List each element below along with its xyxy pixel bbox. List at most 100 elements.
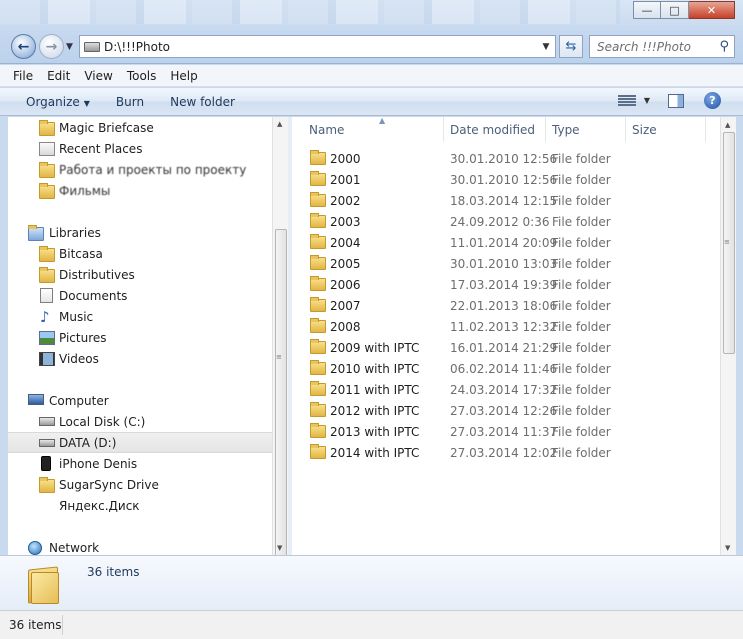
help-icon[interactable]: ? <box>704 92 721 109</box>
file-date: 16.01.2014 21:29 <box>450 340 558 355</box>
maximize-button[interactable]: □ <box>661 1 689 19</box>
nav-item-films[interactable]: Фильмы <box>8 181 272 201</box>
nav-item-label: Recent Places <box>59 142 143 156</box>
nav-item-pictures[interactable]: Pictures <box>8 328 272 348</box>
nav-item-data-drive[interactable]: DATA (D:) <box>8 432 272 453</box>
table-row[interactable]: 2008 11.02.2013 12:32 File folder <box>304 316 712 337</box>
scroll-down-icon[interactable]: ▼ <box>725 544 730 552</box>
nav-item-bitcasa[interactable]: Bitcasa <box>8 244 272 264</box>
recent-pages-dropdown[interactable]: ▼ <box>66 42 73 52</box>
address-dropdown-icon[interactable]: ▼ <box>537 42 555 52</box>
table-row[interactable]: 2005 30.01.2010 13:03 File folder <box>304 253 712 274</box>
address-bar[interactable]: D:\!!!Photo ▼ <box>79 35 556 58</box>
file-name: 2000 <box>330 151 361 166</box>
nav-item-label: DATA (D:) <box>59 435 117 450</box>
nav-item-recent-places[interactable]: Recent Places <box>8 139 272 159</box>
nav-item-videos[interactable]: Videos <box>8 349 272 369</box>
nav-item-sugarsync[interactable]: SugarSync Drive <box>8 475 272 495</box>
menu-bar: File Edit View Tools Help <box>0 65 743 87</box>
folder-icon <box>310 339 326 354</box>
table-row[interactable]: 2007 22.01.2013 18:06 File folder <box>304 295 712 316</box>
table-row[interactable]: 2004 11.01.2014 20:09 File folder <box>304 232 712 253</box>
view-options-dropdown[interactable]: ▼ <box>644 96 650 105</box>
menu-help[interactable]: Help <box>170 69 197 83</box>
change-view-icon[interactable] <box>617 94 636 108</box>
music-icon: ♪ <box>40 308 50 326</box>
menu-edit[interactable]: Edit <box>47 69 70 83</box>
file-date: 11.01.2014 20:09 <box>450 235 558 250</box>
column-header-date[interactable]: Date modified <box>444 117 546 142</box>
forward-button[interactable]: → <box>39 34 64 59</box>
search-icon[interactable]: ⚲ <box>719 39 729 54</box>
back-button[interactable]: ← <box>11 34 36 59</box>
phone-icon <box>41 456 51 471</box>
nav-item-computer[interactable]: Computer <box>8 391 272 411</box>
table-row[interactable]: 2013 with IPTC 27.03.2014 11:37 File folde… <box>304 421 712 442</box>
preview-pane-icon[interactable] <box>668 93 684 108</box>
file-type: File folder <box>552 172 611 187</box>
folder-icon <box>310 423 326 438</box>
refresh-icon: ⇆ <box>565 39 577 54</box>
nav-item-libraries[interactable]: Libraries <box>8 223 272 243</box>
table-row[interactable]: 2000 30.01.2010 12:56 File folder <box>304 148 712 169</box>
file-name: 2001 <box>330 172 361 187</box>
scroll-up-icon[interactable]: ▲ <box>725 121 730 129</box>
status-item-count: 36 items <box>9 618 62 632</box>
nav-item-iphone[interactable]: iPhone Denis <box>8 454 272 474</box>
table-row[interactable]: 2012 with IPTC 27.03.2014 12:26 File folde… <box>304 400 712 421</box>
nav-item-yandex-disk[interactable]: Яндекс.Диск <box>8 496 272 516</box>
table-row[interactable]: 2014 with IPTC 27.03.2014 12:02 File folde… <box>304 442 712 463</box>
address-path[interactable]: D:\!!!Photo <box>104 40 170 54</box>
details-pane: 36 items <box>0 555 743 610</box>
search-box[interactable]: ⚲ <box>589 35 735 58</box>
file-date: 27.03.2014 12:26 <box>450 403 558 418</box>
nav-item-magic-briefcase[interactable]: Magic Briefcase <box>8 118 272 138</box>
column-header-size[interactable]: Size <box>626 117 706 142</box>
nav-pane-scrollbar[interactable]: ▲ ≡ ▼ <box>272 117 288 595</box>
search-input[interactable] <box>597 39 713 54</box>
file-name: 2007 <box>330 298 361 313</box>
organize-button[interactable]: Organize ▼ <box>26 95 90 109</box>
file-type: File folder <box>552 298 611 313</box>
table-row[interactable]: 2001 30.01.2010 12:56 File folder <box>304 169 712 190</box>
folder-icon <box>39 120 55 136</box>
file-type: File folder <box>552 277 611 292</box>
menu-file[interactable]: File <box>13 69 33 83</box>
navigation-pane: Magic Briefcase Recent Places Работа и п… <box>8 117 272 555</box>
scroll-thumb[interactable] <box>275 229 287 595</box>
folder-icon <box>310 297 326 312</box>
nav-item-label: Videos <box>59 352 99 366</box>
column-header-name[interactable]: ▲ Name <box>302 116 444 142</box>
scroll-down-icon[interactable]: ▼ <box>277 544 282 552</box>
network-icon <box>28 541 42 555</box>
column-header-type[interactable]: Type <box>546 117 626 142</box>
file-date: 30.01.2010 12:56 <box>450 172 558 187</box>
file-date: 30.01.2010 12:56 <box>450 151 558 166</box>
table-row[interactable]: 2006 17.03.2014 19:39 File folder <box>304 274 712 295</box>
refresh-button[interactable]: ⇆ <box>559 35 583 58</box>
windows-drive-icon <box>39 417 55 426</box>
nav-item-distributives[interactable]: Distributives <box>8 265 272 285</box>
nav-item-projects[interactable]: Работа и проекты по проекту <box>8 160 272 180</box>
table-row[interactable]: 2002 18.03.2014 12:15 File folder <box>304 190 712 211</box>
new-folder-button[interactable]: New folder <box>170 95 235 109</box>
folder-icon <box>310 213 326 228</box>
menu-view[interactable]: View <box>84 69 112 83</box>
file-list-scrollbar[interactable]: ▲ ≡ ▼ <box>720 117 736 555</box>
burn-button[interactable]: Burn <box>116 95 144 109</box>
close-button[interactable]: ✕ <box>689 1 735 19</box>
table-row[interactable]: 2010 with IPTC 06.02.2014 11:46 File folde… <box>304 358 712 379</box>
nav-item-documents[interactable]: Documents <box>8 286 272 306</box>
folder-icon <box>310 381 326 396</box>
scroll-up-icon[interactable]: ▲ <box>277 120 282 128</box>
table-row[interactable]: 2009 with IPTC 16.01.2014 21:29 File folde… <box>304 337 712 358</box>
nav-item-local-disk[interactable]: Local Disk (C:) <box>8 412 272 432</box>
menu-tools[interactable]: Tools <box>127 69 157 83</box>
file-date: 24.09.2012 0:36 <box>450 214 550 229</box>
minimize-button[interactable]: — <box>633 1 661 19</box>
column-header-label: Name <box>309 122 345 137</box>
table-row[interactable]: 2003 24.09.2012 0:36 File folder <box>304 211 712 232</box>
nav-item-network[interactable]: Network <box>8 538 272 555</box>
nav-item-music[interactable]: ♪ Music <box>8 307 272 327</box>
table-row[interactable]: 2011 with IPTC 24.03.2014 17:32 File folde… <box>304 379 712 400</box>
